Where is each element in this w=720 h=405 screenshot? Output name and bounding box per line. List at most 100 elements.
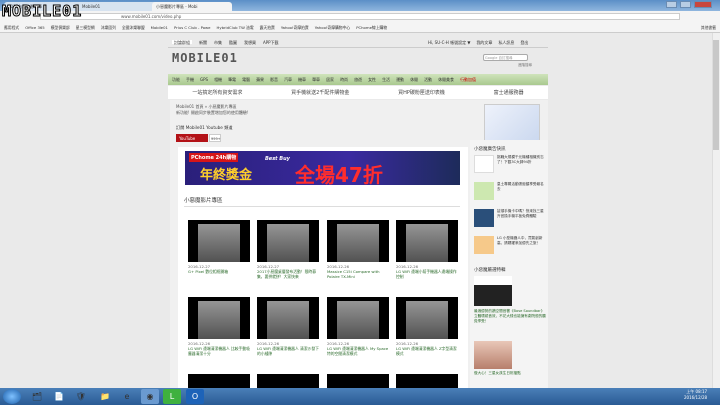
bookmark[interactable]: Yahoo!奇摩拍賣 — [281, 25, 309, 30]
video-title[interactable]: LG WiFi 遠端清潔機器人 比較手動吸塵器清潔十分 — [188, 346, 250, 356]
close-button[interactable] — [694, 1, 712, 8]
category-link[interactable]: 影音 — [270, 77, 278, 82]
video-title[interactable]: 2017小惡魔桌曆發布活動！限時募集，要拼就拼！大家快來 — [257, 269, 319, 279]
category-link[interactable]: 行動加值 — [460, 77, 476, 82]
sidebar-ad[interactable]: 皇土專屬活動張鉅額享受報名去 — [474, 182, 546, 204]
bookmark[interactable]: PChome線上購物 — [356, 25, 387, 30]
sidebar-ad[interactable]: LG 小型機器人中，買氣創新高，請踴躍參加優先之旅！ — [474, 236, 546, 258]
ie-icon[interactable]: e — [118, 389, 136, 404]
bookmark[interactable]: Yahoo!奇摩購物中心 — [315, 25, 350, 30]
nav-news[interactable]: 新聞 — [199, 40, 207, 45]
category-link[interactable]: GPS — [200, 77, 208, 82]
video-title[interactable]: LG WiFi 遠端清潔機器人 My Space 特的空間清潔模式 — [327, 346, 389, 356]
category-link[interactable]: 筆電 — [228, 77, 236, 82]
category-link[interactable]: 女性 — [368, 77, 376, 82]
video-thumbnail[interactable] — [188, 220, 250, 262]
chrome-icon[interactable]: ◉ — [141, 389, 159, 404]
clock[interactable]: 上午 08:17 2016/12/28 — [684, 389, 707, 401]
category-link[interactable]: 居家 — [326, 77, 334, 82]
category-link[interactable]: 運動 — [396, 77, 404, 82]
browser-tab-active[interactable]: 小惡魔影片專區 - Mobi — [152, 2, 232, 11]
video-thumbnail[interactable] — [396, 374, 458, 388]
search-input[interactable]: Google 自訂搜尋 — [483, 54, 528, 61]
video-thumbnail[interactable] — [327, 297, 389, 339]
ad-text[interactable]: LG 小型機器人中，買氣創新高，請踴躍參加優先之旅！ — [497, 236, 545, 246]
bookmark[interactable]: 露天拍賣 — [260, 25, 275, 30]
video-card[interactable]: 2016-12-26 LG WiFi 遠端清潔機器人 Z字型清潔模式 — [396, 297, 458, 356]
explorer-icon[interactable]: 🗂 — [28, 389, 46, 404]
promo-link[interactable]: 買HP碳粉匣送印表機 — [398, 89, 445, 99]
bookmark[interactable]: 星三模型網 — [76, 25, 95, 30]
video-card[interactable] — [327, 374, 389, 388]
video-thumbnail[interactable] — [396, 297, 458, 339]
outlook-icon[interactable]: O — [186, 389, 204, 404]
feature-text[interactable]: 最適優勢的牆空間音響《Bose Soundbar》立體環繞音效，不花大錢也能擁有… — [474, 309, 546, 324]
nav-forums[interactable]: 討論群組 — [172, 40, 192, 45]
line-icon[interactable]: L — [163, 389, 181, 404]
ad-text[interactable]: 搶領手機卡中嗎？快來找三星升官換手機平板免費體驗 — [497, 209, 545, 219]
video-thumbnail[interactable] — [257, 220, 319, 262]
video-card[interactable] — [396, 374, 458, 388]
site-logo[interactable]: MOBILE01 — [172, 51, 238, 65]
model-image[interactable] — [474, 341, 512, 369]
video-card[interactable]: 2016-12-26 LG WiFi 遠端清潔機器人 My Space 特的空間清… — [327, 297, 389, 356]
soundbar-image[interactable] — [474, 276, 512, 306]
ad-text[interactable]: 挑戰大規模千元機種相機別忘了！下載3C大師94折 — [497, 155, 545, 165]
youtube-subscribe-button[interactable]: YouTube — [176, 134, 208, 142]
category-link[interactable]: 生活 — [382, 77, 390, 82]
pchome-banner-ad[interactable]: PChome 24h購物 年終獎金 Best Buy 全場47折 — [185, 151, 460, 187]
bookmark[interactable]: HybridClub TW 油電 — [216, 25, 253, 30]
category-link[interactable]: 時尚 — [340, 77, 348, 82]
category-link[interactable]: 機車 — [298, 77, 306, 82]
bookmark[interactable]: 全國沐樂聯盟 — [122, 25, 145, 30]
start-button[interactable] — [3, 389, 21, 404]
folder-icon[interactable]: 📁 — [96, 389, 114, 404]
category-link[interactable]: 電腦 — [242, 77, 250, 82]
category-link[interactable]: 休閒美食 — [438, 77, 454, 82]
app-icon[interactable]: 📄 — [50, 389, 68, 404]
promo-link[interactable]: 買手機就送2千配件購物金 — [291, 89, 349, 99]
video-title[interactable]: LG WiFi 遠端小幫手機器人遠端操作控制 — [396, 269, 458, 279]
maximize-button[interactable] — [680, 1, 691, 8]
category-link[interactable]: 功能 — [172, 77, 180, 82]
category-link[interactable]: 手機 — [186, 77, 194, 82]
video-title[interactable]: LG WiFi 遠端清潔機器人 Z字型清潔模式 — [396, 346, 458, 356]
bookmark[interactable]: Prius C Club - Powe — [174, 25, 211, 30]
minimize-button[interactable] — [666, 1, 677, 8]
promo-link[interactable]: 一站搞定所有資安需求 — [192, 89, 242, 99]
video-card[interactable]: 2016-12-26 LG WiFi 遠端清潔機器人 比較手動吸塵器清潔十分 — [188, 297, 250, 356]
nav-app[interactable]: APP下載 — [263, 40, 279, 45]
url-input[interactable]: www.mobile01.com/video.php — [40, 13, 680, 20]
video-thumbnail[interactable] — [188, 297, 250, 339]
app-icon[interactable]: 🛡 — [72, 389, 90, 404]
video-thumbnail[interactable] — [327, 374, 389, 388]
sidebar-ad[interactable]: 挑戰大規模千元機種相機別忘了！下載3C大師94折 — [474, 155, 546, 177]
video-card[interactable]: 2016-12-26 LG WiFi 遠端清潔機器人 清潔沙發下的小縫隙 — [257, 297, 319, 356]
ad-text[interactable]: 皇土專屬活動張鉅額享受報名去 — [497, 182, 545, 192]
scrollbar-thumb[interactable] — [713, 40, 719, 150]
messages[interactable]: 私人訊息 — [498, 40, 514, 46]
video-card[interactable] — [188, 374, 250, 388]
my-posts[interactable]: 我的文章 — [476, 40, 492, 46]
video-title[interactable]: G+ Pixel 數位相框開箱 — [188, 269, 250, 274]
video-thumbnail[interactable] — [257, 374, 319, 388]
video-thumbnail[interactable] — [188, 374, 250, 388]
video-thumbnail[interactable] — [257, 297, 319, 339]
nav-pics[interactable]: 酷圖 — [229, 40, 237, 45]
bookmark[interactable]: 沐樂園列 — [101, 25, 116, 30]
video-title[interactable]: Massice C15i Compare with Polaire TX-Min… — [327, 269, 389, 279]
account-settings[interactable]: Hi, SU-C-H 帳號設定 ▼ — [428, 40, 470, 46]
video-thumbnail[interactable] — [327, 220, 389, 262]
nav-market[interactable]: 市集 — [214, 40, 222, 45]
category-link[interactable]: 蘋果 — [256, 77, 264, 82]
bookmark[interactable]: Office 365 — [25, 25, 45, 30]
browser-tab[interactable]: Mobile01 — [78, 2, 158, 11]
video-card[interactable]: 2016-12-26 LG WiFi 遠端小幫手機器人遠端操作控制 — [396, 220, 458, 279]
category-link[interactable]: 旅遊 — [354, 77, 362, 82]
bookmark[interactable]: 模型俱樂部 — [51, 25, 70, 30]
video-title[interactable]: LG WiFi 遠端清潔機器人 清潔沙發下的小縫隙 — [257, 346, 319, 356]
category-link[interactable]: 相機 — [214, 77, 222, 82]
category-link[interactable]: 單車 — [312, 77, 320, 82]
bookmark[interactable]: 應用程式 — [4, 25, 19, 30]
nav-wishlist[interactable]: 我想買 — [244, 40, 256, 45]
